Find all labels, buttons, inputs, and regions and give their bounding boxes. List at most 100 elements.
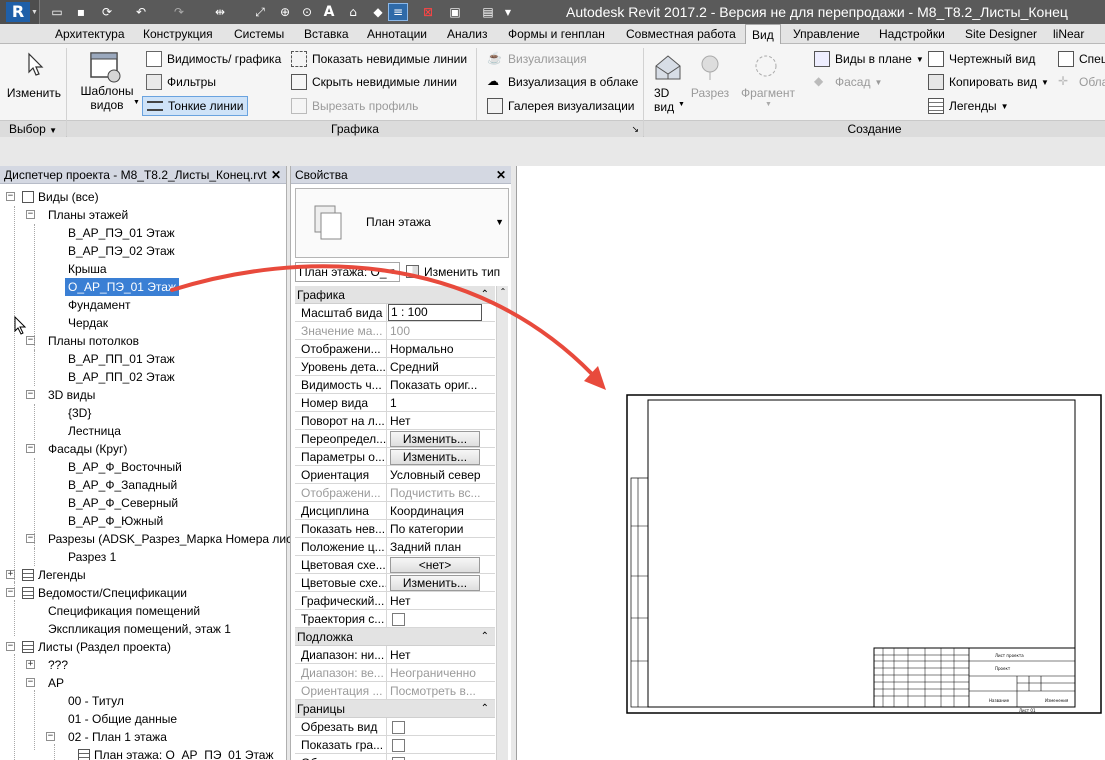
collapse-icon[interactable]: − <box>26 390 35 399</box>
edit-type-button[interactable]: Изменить тип <box>406 262 500 282</box>
properties-section-header[interactable]: Графика ⌃ <box>295 286 495 304</box>
tree-item[interactable]: Ведомости/Спецификации <box>38 584 187 602</box>
edit-property-button[interactable]: Изменить... <box>390 575 480 591</box>
close-icon[interactable]: ✕ <box>271 166 281 184</box>
tree-item[interactable]: В_АР_Ф_Восточный <box>68 458 182 476</box>
redo-icon[interactable]: ↷ <box>168 3 190 21</box>
property-value[interactable]: Средний <box>388 358 485 375</box>
chevron-down-icon[interactable]: ▼ <box>502 3 514 21</box>
save-icon[interactable]: ▪ <box>72 3 90 21</box>
text-icon[interactable]: A <box>320 3 338 21</box>
duplicate-view-button[interactable]: Копировать вид ▼ <box>928 73 1049 91</box>
properties-section-header[interactable]: Границы ⌃ <box>295 700 495 718</box>
view-templates-button[interactable]: Шаблоны видов <box>72 84 142 112</box>
instance-filter-select[interactable]: План этажа: О_ ▼ <box>295 262 400 282</box>
3d-view-icon[interactable]: ⌂ <box>342 3 364 21</box>
thin-lines-button[interactable]: Тонкие линии <box>142 96 249 116</box>
cut-profile-button[interactable]: Вырезать профиль <box>291 97 418 115</box>
tab-addins[interactable]: Надстройки <box>873 24 951 44</box>
property-value[interactable]: 1 <box>388 394 485 411</box>
legends-button[interactable]: Легенды ▼ <box>928 97 1009 115</box>
tree-item[interactable]: Планы потолков <box>48 332 139 350</box>
property-value[interactable]: Нет <box>388 646 485 663</box>
tag-by-category-icon[interactable]: ⊙ <box>298 3 316 21</box>
schedules-button[interactable]: Спец <box>1058 50 1105 68</box>
open-icon[interactable]: ▭ <box>48 3 66 21</box>
edit-property-button[interactable]: <нет> <box>390 557 480 573</box>
property-value[interactable]: Нет <box>388 592 485 609</box>
properties-section-header[interactable]: Подложка ⌃ <box>295 628 495 646</box>
tree-item[interactable]: Листы (Раздел проекта) <box>38 638 171 656</box>
collapse-icon[interactable]: ⌃ <box>481 286 489 304</box>
section-icon[interactable]: ◆ <box>370 3 386 21</box>
tab-site-designer[interactable]: Site Designer <box>959 24 1043 44</box>
undo-icon[interactable]: ↶ <box>130 3 152 21</box>
tree-item[interactable]: В_АР_Ф_Северный <box>68 494 178 512</box>
hide-hidden-lines-button[interactable]: Скрыть невидимые линии <box>291 73 457 91</box>
properties-scrollbar[interactable]: ⌃ <box>496 286 508 760</box>
collapse-icon[interactable]: − <box>6 192 15 201</box>
expand-icon[interactable]: + <box>26 660 35 669</box>
tree-item[interactable]: План этажа: О_АР_ПЭ_01 Этаж <box>94 746 274 760</box>
tab-linear[interactable]: liNear <box>1047 24 1090 44</box>
tab-insert[interactable]: Вставка <box>298 24 355 44</box>
customize-qat-icon[interactable]: ▤ <box>478 3 498 21</box>
tree-item[interactable]: Фундамент <box>68 296 130 314</box>
render-button[interactable]: ☕ Визуализация <box>487 50 587 68</box>
tag-icon[interactable]: ⊕ <box>276 3 294 21</box>
tree-item[interactable]: Разрез 1 <box>68 548 116 566</box>
scope-box-button[interactable]: ✛ Обла <box>1058 73 1105 91</box>
drawing-area[interactable]: Лист проекта Проект Название Изменения Л… <box>516 166 1105 760</box>
property-checkbox[interactable] <box>392 721 405 734</box>
tree-item[interactable]: 01 - Общие данные <box>68 710 177 728</box>
tree-item[interactable]: 00 - Титул <box>68 692 124 710</box>
tree-item[interactable]: Разрезы (ADSK_Разрез_Марка Номера листа) <box>48 530 308 548</box>
switch-windows-icon[interactable]: ▣ <box>444 3 466 21</box>
visibility-graphics-button[interactable]: Видимость/ графика <box>146 50 281 68</box>
plan-views-button[interactable]: Виды в плане ▼ <box>814 50 924 68</box>
3d-view-button[interactable]: 3D вид <box>654 86 684 114</box>
elevation-button[interactable]: ◆ Фасад ▼ <box>814 73 882 91</box>
filters-button[interactable]: Фильтры <box>146 73 216 91</box>
render-gallery-button[interactable]: Галерея визуализации <box>487 97 635 115</box>
tree-item[interactable]: В_АР_Ф_Южный <box>68 512 163 530</box>
drafting-view-button[interactable]: Чертежный вид <box>928 50 1035 68</box>
tab-collaborate[interactable]: Совместная работа <box>620 24 742 44</box>
property-value[interactable]: Нормально <box>388 340 485 357</box>
measure-icon[interactable]: ⇹ <box>210 3 230 21</box>
render-cloud-button[interactable]: ☁ Визуализация в облаке <box>487 73 638 91</box>
property-value[interactable]: Задний план <box>388 538 485 555</box>
chevron-down-icon[interactable]: ▼ <box>133 99 140 106</box>
tree-item[interactable]: В_АР_ПЭ_02 Этаж <box>68 242 175 260</box>
dimension-icon[interactable]: ⤢ <box>250 3 270 21</box>
tree-item[interactable]: В_АР_Ф_Западный <box>68 476 177 494</box>
tree-item[interactable]: Экспликация помещений, этаж 1 <box>48 620 231 638</box>
tree-item[interactable]: ??? <box>48 656 68 674</box>
tab-architecture[interactable]: Архитектура <box>49 24 131 44</box>
tab-annotate[interactable]: Аннотации <box>361 24 433 44</box>
edit-property-button[interactable]: Изменить... <box>390 449 480 465</box>
property-value[interactable]: 1 : 100 <box>388 304 482 321</box>
collapse-icon[interactable]: − <box>26 678 35 687</box>
tree-item[interactable]: Виды (все) <box>38 188 99 206</box>
sync-icon[interactable]: ⟳ <box>96 3 118 21</box>
property-checkbox[interactable] <box>392 613 405 626</box>
close-hidden-windows-icon[interactable]: ⊠ <box>418 3 438 21</box>
application-menu-button[interactable]: R ▼ <box>0 0 40 24</box>
collapse-icon[interactable]: ⌃ <box>481 700 489 718</box>
property-value[interactable]: Нет <box>388 412 485 429</box>
tree-item[interactable]: О_АР_ПЭ_01 Этаж <box>65 278 179 296</box>
tree-item[interactable]: АР <box>48 674 64 692</box>
tree-item[interactable]: 3D виды <box>48 386 95 404</box>
type-selector[interactable]: План этажа ▼ <box>295 188 509 258</box>
tree-item[interactable]: Чердак <box>68 314 108 332</box>
property-value[interactable]: Условный север <box>388 466 485 483</box>
tree-item[interactable]: Крыша <box>68 260 107 278</box>
modify-button[interactable]: Изменить <box>6 86 62 100</box>
tree-item[interactable]: В_АР_ПП_02 Этаж <box>68 368 175 386</box>
thin-lines-icon[interactable]: ≡ <box>388 3 408 21</box>
tab-massing-site[interactable]: Формы и генплан <box>502 24 611 44</box>
dialog-launcher-icon[interactable]: ↘ <box>631 121 639 138</box>
tab-view[interactable]: Вид <box>745 24 781 45</box>
collapse-icon[interactable]: − <box>46 732 55 741</box>
